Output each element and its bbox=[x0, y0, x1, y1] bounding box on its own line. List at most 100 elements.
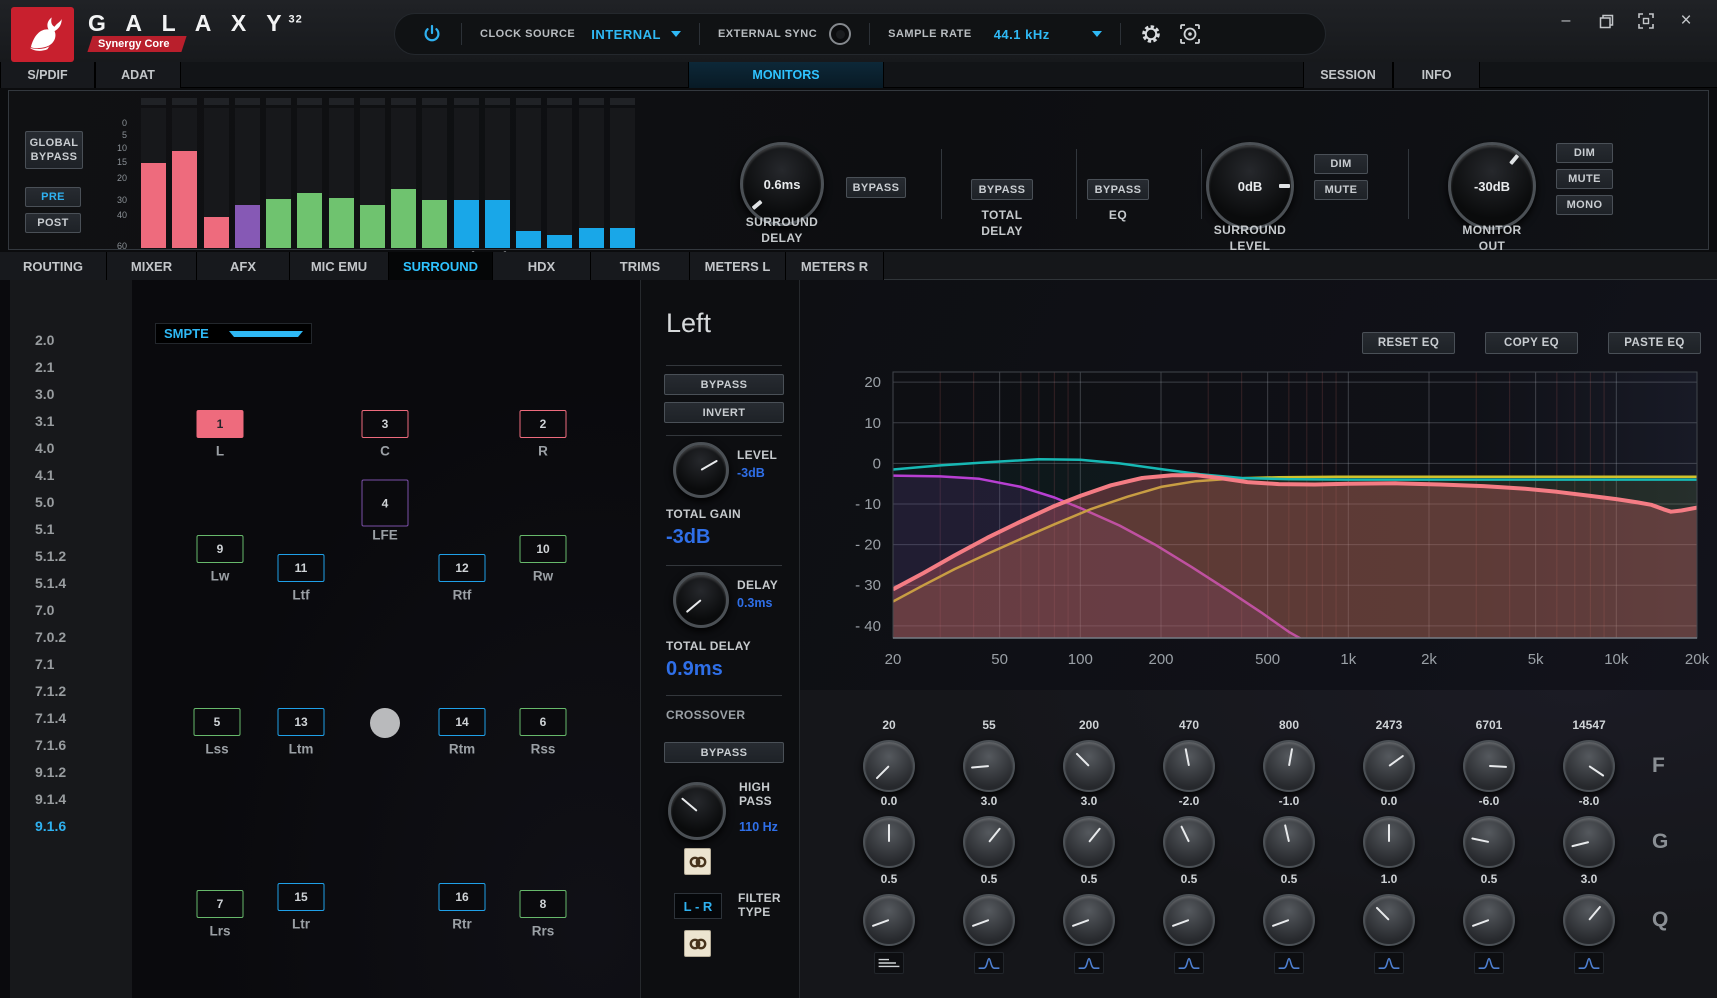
close-button[interactable]: × bbox=[1677, 12, 1695, 30]
surround-level-mute-button[interactable]: MUTE bbox=[1314, 180, 1368, 200]
chevron-down-icon[interactable] bbox=[1092, 31, 1102, 37]
chevron-down-icon[interactable] bbox=[671, 31, 681, 37]
channel-delay-knob[interactable] bbox=[673, 572, 729, 628]
external-sync-indicator[interactable] bbox=[829, 23, 851, 45]
band-q-knob[interactable] bbox=[863, 894, 915, 946]
top-tab[interactable]: MONITORS bbox=[688, 62, 884, 88]
band-frequency-knob[interactable] bbox=[863, 740, 915, 792]
layout-list-item[interactable]: 7.1.6 bbox=[35, 737, 66, 753]
total-delay-bypass-button[interactable]: BYPASS bbox=[971, 179, 1033, 200]
restore-button[interactable] bbox=[1597, 12, 1615, 30]
speaker-box[interactable]: 10 bbox=[520, 535, 567, 563]
sample-rate-value[interactable]: 44.1 kHz bbox=[994, 27, 1050, 42]
speaker-box[interactable]: 6 bbox=[520, 708, 567, 736]
band-gain-knob[interactable] bbox=[863, 816, 915, 868]
sub-tab[interactable]: SURROUND bbox=[389, 252, 493, 280]
band-q-knob[interactable] bbox=[1463, 894, 1515, 946]
band-gain-knob[interactable] bbox=[1063, 816, 1115, 868]
speaker-box[interactable]: 7 bbox=[197, 890, 244, 918]
band-frequency-knob[interactable] bbox=[1363, 740, 1415, 792]
band-frequency-knob[interactable] bbox=[1063, 740, 1115, 792]
monitor-out-mute-button[interactable]: MUTE bbox=[1556, 169, 1613, 189]
speaker-box[interactable]: 15 bbox=[278, 883, 325, 911]
monitor-out-mono-button[interactable]: MONO bbox=[1556, 195, 1613, 215]
speaker-box[interactable]: 9 bbox=[197, 535, 244, 563]
band-q-knob[interactable] bbox=[1363, 894, 1415, 946]
band-q-knob[interactable] bbox=[1163, 894, 1215, 946]
clock-source-value[interactable]: INTERNAL bbox=[591, 27, 661, 42]
band-filter-shape-icon[interactable] bbox=[1474, 952, 1504, 974]
band-frequency-knob[interactable] bbox=[1263, 740, 1315, 792]
power-icon[interactable] bbox=[421, 23, 443, 45]
listener-position-dot[interactable] bbox=[370, 708, 400, 738]
gear-icon[interactable] bbox=[1139, 22, 1163, 46]
sub-tab[interactable]: METERS L bbox=[690, 252, 786, 280]
preset-dropdown[interactable]: SMPTE bbox=[155, 323, 312, 344]
band-filter-shape-icon[interactable] bbox=[974, 952, 1004, 974]
speaker-box[interactable]: 2 bbox=[520, 410, 567, 438]
speaker-box[interactable]: 3 bbox=[362, 410, 409, 438]
speaker-box[interactable]: 1 bbox=[197, 410, 244, 438]
sub-tab[interactable]: AFX bbox=[197, 252, 290, 280]
top-tab[interactable]: ADAT bbox=[95, 62, 181, 88]
crossover-bypass-button[interactable]: BYPASS bbox=[664, 742, 784, 763]
layout-list-item[interactable]: 7.0 bbox=[35, 602, 54, 618]
speaker-box[interactable]: 13 bbox=[278, 708, 325, 736]
surround-level-dim-button[interactable]: DIM bbox=[1314, 154, 1368, 174]
band-q-knob[interactable] bbox=[1563, 894, 1615, 946]
minimize-button[interactable]: – bbox=[1557, 12, 1575, 30]
layout-list-item[interactable]: 4.1 bbox=[35, 467, 54, 483]
layout-list-item[interactable]: 7.0.2 bbox=[35, 629, 66, 645]
layout-list-item[interactable]: 7.1 bbox=[35, 656, 54, 672]
layout-list-item[interactable]: 9.1.2 bbox=[35, 764, 66, 780]
filter-type-link-button[interactable] bbox=[684, 930, 711, 957]
top-tab[interactable]: INFO bbox=[1393, 62, 1480, 88]
eq-response-chart[interactable]: 20501002005001k2k5k10k20k20100- 10- 20- … bbox=[800, 290, 1717, 680]
band-frequency-knob[interactable] bbox=[1463, 740, 1515, 792]
fullscreen-button[interactable] bbox=[1637, 12, 1655, 30]
highpass-knob[interactable] bbox=[668, 782, 726, 840]
layout-list-item[interactable]: 7.1.2 bbox=[35, 683, 66, 699]
band-q-knob[interactable] bbox=[1263, 894, 1315, 946]
top-tab[interactable]: S/PDIF bbox=[0, 62, 95, 88]
channel-invert-button[interactable]: INVERT bbox=[664, 402, 784, 423]
layout-list-item[interactable]: 7.1.4 bbox=[35, 710, 66, 726]
speaker-box[interactable]: 11 bbox=[278, 554, 325, 582]
layout-list-item[interactable]: 9.1.6 bbox=[35, 818, 66, 834]
post-button[interactable]: POST bbox=[25, 213, 81, 233]
layout-list-item[interactable]: 9.1.4 bbox=[35, 791, 66, 807]
crossover-link-button[interactable] bbox=[684, 848, 711, 875]
band-frequency-knob[interactable] bbox=[1563, 740, 1615, 792]
global-bypass-button[interactable]: GLOBAL BYPASS bbox=[25, 131, 83, 169]
talkback-monitor-icon[interactable] bbox=[1177, 21, 1203, 47]
band-filter-shape-icon[interactable] bbox=[874, 952, 904, 974]
speaker-box[interactable]: 14 bbox=[439, 708, 486, 736]
top-tab[interactable]: SESSION bbox=[1303, 62, 1393, 88]
band-q-knob[interactable] bbox=[1063, 894, 1115, 946]
band-gain-knob[interactable] bbox=[1163, 816, 1215, 868]
layout-list-item[interactable]: 4.0 bbox=[35, 440, 54, 456]
monitor-out-knob[interactable]: -30dB bbox=[1448, 142, 1536, 230]
band-filter-shape-icon[interactable] bbox=[1374, 952, 1404, 974]
channel-bypass-button[interactable]: BYPASS bbox=[664, 374, 784, 395]
layout-list-item[interactable]: 5.1.4 bbox=[35, 575, 66, 591]
sub-tab[interactable]: MIXER bbox=[107, 252, 197, 280]
speaker-box[interactable]: 5 bbox=[194, 708, 241, 736]
sub-tab[interactable]: TRIMS bbox=[591, 252, 690, 280]
band-filter-shape-icon[interactable] bbox=[1574, 952, 1604, 974]
monitor-out-dim-button[interactable]: DIM bbox=[1556, 143, 1613, 163]
band-gain-knob[interactable] bbox=[1363, 816, 1415, 868]
speaker-box[interactable]: 16 bbox=[439, 883, 486, 911]
layout-list-item[interactable]: 2.1 bbox=[35, 359, 54, 375]
sub-tab[interactable]: ROUTING bbox=[0, 252, 107, 280]
speaker-box[interactable]: 8 bbox=[520, 890, 567, 918]
band-filter-shape-icon[interactable] bbox=[1174, 952, 1204, 974]
speaker-box[interactable]: 4 bbox=[362, 480, 409, 527]
layout-list-item[interactable]: 3.1 bbox=[35, 413, 54, 429]
layout-list-item[interactable]: 2.0 bbox=[35, 332, 54, 348]
layout-list-item[interactable]: 3.0 bbox=[35, 386, 54, 402]
band-filter-shape-icon[interactable] bbox=[1274, 952, 1304, 974]
sub-tab[interactable]: HDX bbox=[493, 252, 591, 280]
band-q-knob[interactable] bbox=[963, 894, 1015, 946]
band-gain-knob[interactable] bbox=[1563, 816, 1615, 868]
